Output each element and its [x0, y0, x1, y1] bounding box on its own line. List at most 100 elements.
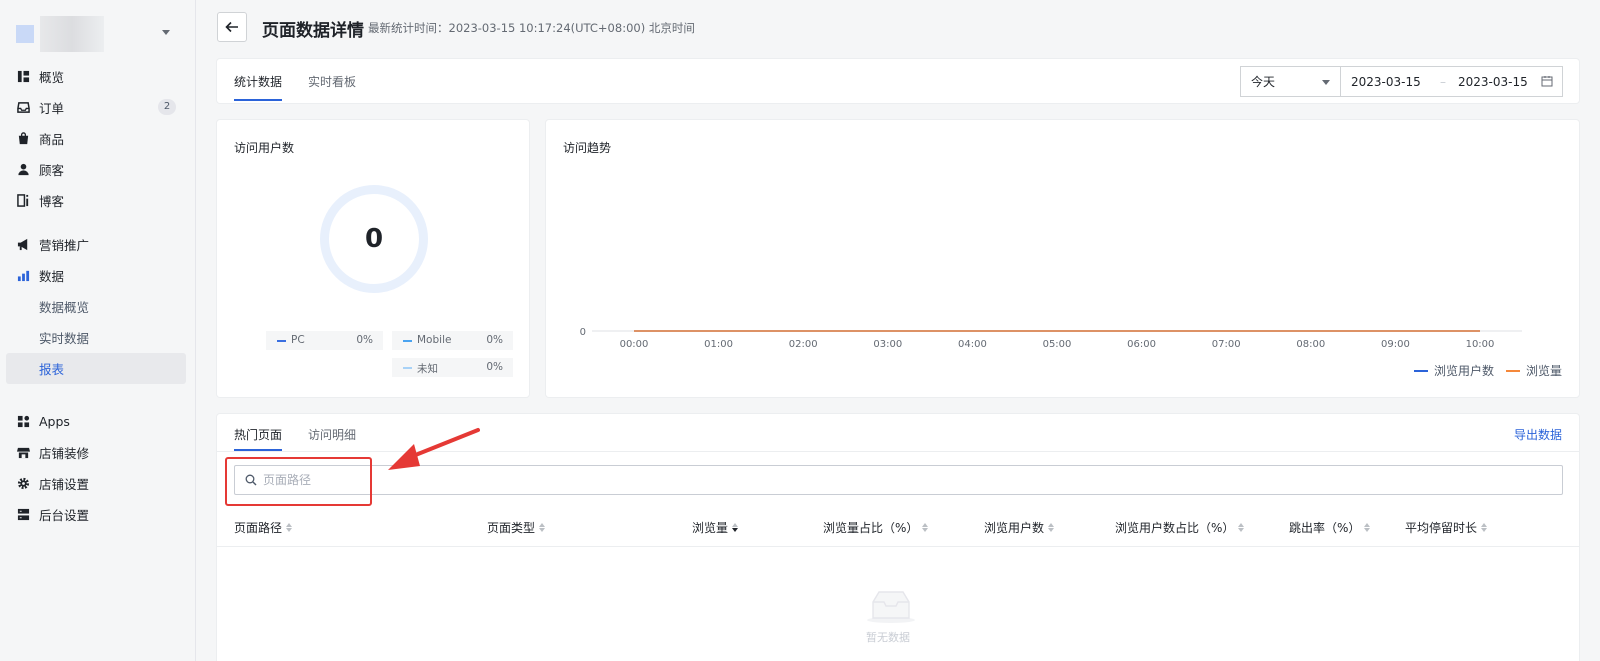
sidebar-item-store-design[interactable]: 店铺装修: [6, 437, 186, 468]
column-header-visitors-share[interactable]: 浏览用户数占比（%）: [1115, 519, 1245, 536]
sidebar-item-realtime-data[interactable]: 实时数据: [6, 322, 186, 353]
column-header-page-views[interactable]: 浏览量: [692, 519, 739, 536]
sidebar-item-admin-settings[interactable]: 后台设置: [6, 499, 186, 530]
tab-realtime-board[interactable]: 实时看板: [308, 73, 356, 90]
date-separator: –: [1440, 75, 1446, 89]
store-switcher[interactable]: [16, 14, 180, 54]
legend-pc: PC 0%: [266, 331, 383, 350]
sort-icon[interactable]: [539, 523, 546, 532]
column-header-label: 页面路径: [234, 521, 283, 535]
legend-value: 0%: [356, 334, 373, 346]
legend-label: Mobile: [417, 334, 452, 346]
column-header-bounce-rate[interactable]: 跳出率（%）: [1289, 519, 1371, 536]
sidebar-item-store-settings[interactable]: 店铺设置: [6, 468, 186, 499]
calendar-icon: [1541, 75, 1553, 90]
x-tick-label: 10:00: [1466, 339, 1495, 350]
stats-tab-bar: 统计数据 实时看板 今天 2023-03-15 – 2023-03-15: [217, 59, 1579, 103]
back-button[interactable]: [217, 12, 247, 42]
store-logo: [16, 25, 34, 43]
x-tick-label: 06:00: [1127, 339, 1156, 350]
tab-statistics[interactable]: 统计数据: [234, 73, 282, 90]
annotation-highlight-box: [225, 457, 372, 506]
sidebar-item-orders[interactable]: 订单 2: [6, 92, 186, 123]
sidebar-item-marketing[interactable]: 营销推广: [6, 229, 186, 260]
legend-swatch: [277, 340, 286, 342]
legend-unknown: 未知 0%: [392, 358, 513, 377]
dashboard-icon: [17, 70, 30, 83]
column-header-visitors[interactable]: 浏览用户数: [984, 519, 1055, 536]
sidebar-item-label: 后台设置: [39, 508, 90, 523]
sidebar-item-reports[interactable]: 报表: [6, 353, 186, 384]
sort-icon[interactable]: [732, 523, 739, 532]
visitors-card: 访问用户数 0 PC 0% Mobile 0% 未知 0%: [217, 120, 529, 397]
legend-swatch: [1414, 369, 1428, 372]
sidebar-item-label: 概览: [39, 70, 65, 85]
annotation-arrow: [388, 428, 480, 470]
sidebar-item-label: 订单: [39, 101, 65, 116]
x-tick-label: 07:00: [1212, 339, 1241, 350]
x-tick-label: 01:00: [704, 339, 733, 350]
sort-icon[interactable]: [1481, 523, 1488, 532]
storefront-icon: [17, 446, 30, 459]
sidebar-item-blog[interactable]: 博客: [6, 185, 186, 216]
sidebar-item-label: Apps: [39, 414, 70, 429]
legend-page-visitors: 浏览用户数: [1414, 362, 1494, 379]
sidebar-item-overview[interactable]: 概览: [6, 61, 186, 92]
x-tick-label: 08:00: [1296, 339, 1325, 350]
x-tick-label: 00:00: [620, 339, 649, 350]
range-select[interactable]: 今天: [1240, 66, 1340, 97]
sidebar-item-apps[interactable]: Apps: [6, 406, 186, 437]
chevron-down-icon[interactable]: [162, 30, 170, 35]
last-updated-text: 最新统计时间：2023-03-15 10:17:24(UTC+08:00) 北京…: [368, 21, 695, 35]
x-tick-label: 05:00: [1043, 339, 1072, 350]
visitors-total: 0: [364, 224, 384, 254]
sidebar-item-label: 顾客: [39, 163, 65, 178]
sort-icon[interactable]: [1048, 523, 1055, 532]
trend-card: 访问趋势 0 00:00 01:00 02:00 03:00 04:00 05:00 06:0…: [546, 120, 1579, 397]
column-header-page-path[interactable]: 页面路径: [234, 519, 293, 536]
sidebar-item-products[interactable]: 商品: [6, 123, 186, 154]
settings-nav: Apps 店铺装修 店铺设置 后台设置: [6, 406, 186, 530]
sort-icon[interactable]: [922, 523, 929, 532]
legend-swatch: [403, 340, 412, 342]
bar-chart-icon: [17, 269, 30, 282]
sidebar-item-label: 博客: [39, 194, 65, 209]
sidebar: 概览 订单 2 商品 顾客 博客 营销推广 数据 数据概览 实时数据 报表 Ap…: [0, 0, 196, 661]
y-tick-label: 0: [580, 327, 586, 338]
end-date[interactable]: 2023-03-15: [1458, 75, 1528, 89]
column-header-label: 浏览用户数: [984, 521, 1045, 535]
tab-hot-pages[interactable]: 热门页面: [234, 426, 282, 443]
sort-icon[interactable]: [1364, 523, 1371, 532]
visitors-donut: 0: [320, 185, 428, 293]
column-header-page-type[interactable]: 页面类型: [487, 519, 546, 536]
sidebar-item-label: 商品: [39, 132, 65, 147]
sort-icon[interactable]: [1238, 523, 1245, 532]
legend-value: 0%: [486, 334, 503, 346]
chevron-down-icon: [1322, 80, 1330, 85]
x-tick-label: 02:00: [789, 339, 818, 350]
apps-grid-icon: [17, 415, 30, 428]
x-tick-label: 04:00: [958, 339, 987, 350]
export-data-link[interactable]: 导出数据: [1514, 426, 1562, 443]
legend-label: 浏览量: [1526, 364, 1563, 378]
x-tick-label: 09:00: [1381, 339, 1410, 350]
date-range-picker[interactable]: 2023-03-15 – 2023-03-15: [1340, 66, 1563, 97]
column-header-label: 浏览量: [692, 521, 729, 535]
column-header-avg-duration[interactable]: 平均停留时长: [1405, 519, 1488, 536]
secondary-nav: 营销推广 数据 数据概览 实时数据 报表: [6, 229, 186, 384]
user-icon: [17, 163, 30, 176]
sort-icon[interactable]: [286, 523, 293, 532]
column-header-views-share[interactable]: 浏览量占比（%）: [823, 519, 929, 536]
sidebar-item-label: 店铺装修: [39, 446, 90, 461]
visitors-title: 访问用户数: [234, 141, 295, 155]
column-header-label: 页面类型: [487, 521, 536, 535]
legend-mobile: Mobile 0%: [392, 331, 513, 350]
sidebar-item-label: 数据概览: [39, 300, 90, 315]
column-header-label: 浏览用户数占比（%）: [1115, 521, 1235, 535]
sidebar-item-data[interactable]: 数据: [6, 260, 186, 291]
sidebar-item-customers[interactable]: 顾客: [6, 154, 186, 185]
start-date[interactable]: 2023-03-15: [1351, 75, 1421, 89]
sidebar-item-data-overview[interactable]: 数据概览: [6, 291, 186, 322]
tab-visit-details[interactable]: 访问明细: [308, 426, 356, 443]
column-header-label: 浏览量占比（%）: [823, 521, 919, 535]
